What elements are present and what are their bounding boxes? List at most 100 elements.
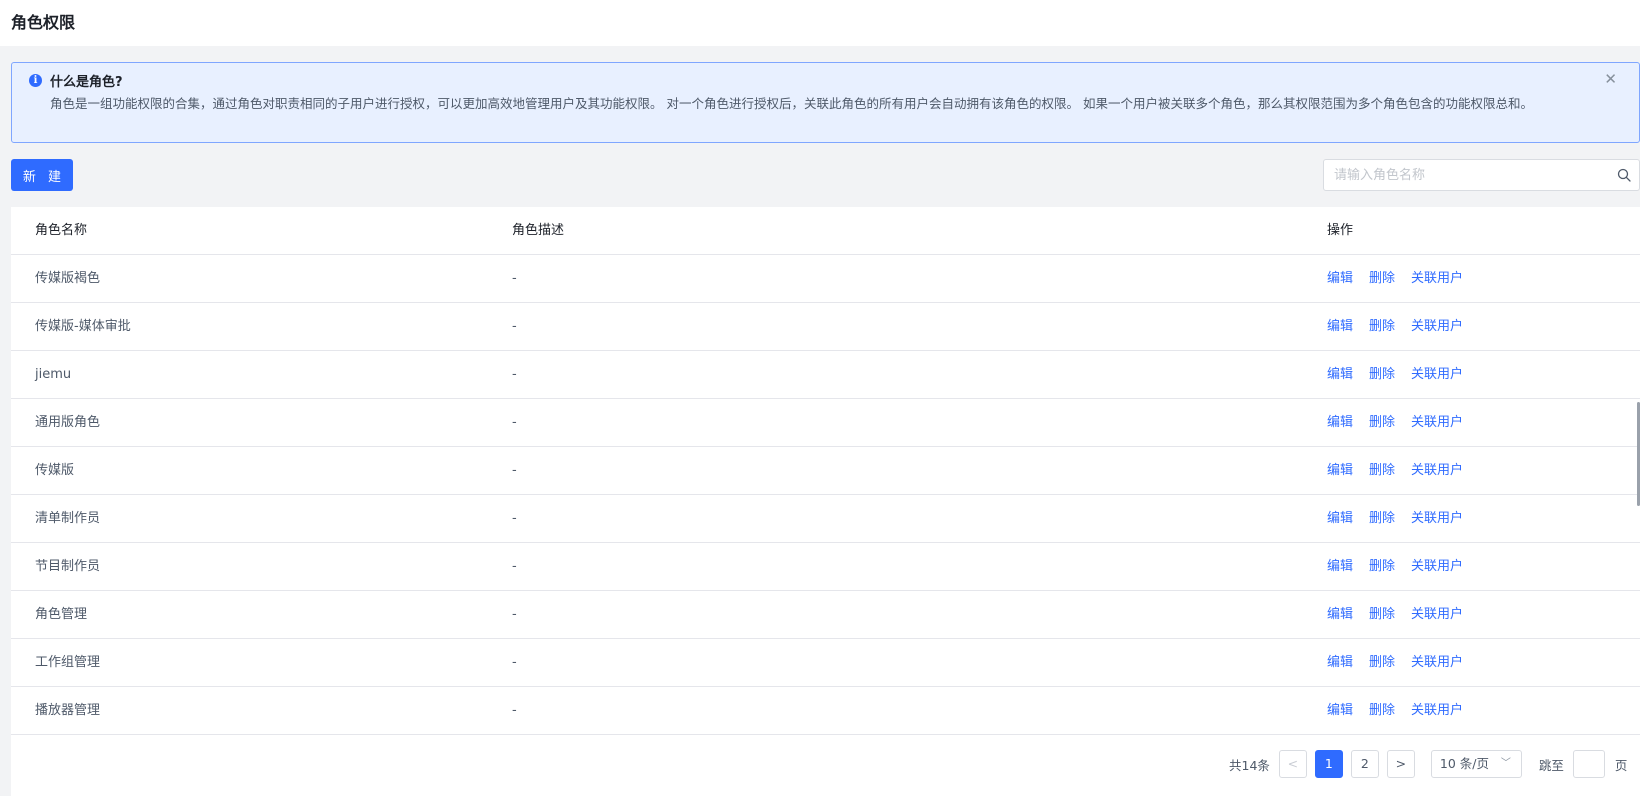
pagination-total: 共14条 bbox=[1229, 757, 1270, 773]
search-input[interactable] bbox=[1334, 160, 1604, 190]
page-1-button[interactable]: 1 bbox=[1314, 750, 1343, 778]
info-alert: i 什么是角色? 角色是一组功能权限的合集，通过角色对职责相同的子用户进行授权，… bbox=[11, 62, 1640, 143]
delete-link[interactable]: 删除 bbox=[1369, 447, 1395, 494]
info-icon: i bbox=[29, 74, 42, 87]
next-page-button[interactable]: > bbox=[1386, 750, 1415, 778]
row-actions: 编辑 删除 关联用户 bbox=[1327, 447, 1463, 494]
role-description: - bbox=[512, 703, 517, 718]
header-role-name: 角色名称 bbox=[35, 223, 88, 238]
roles-table: 角色名称 角色描述 操作 传媒版褐色 - 编辑 删除 关联用户 传媒版-媒体审批 - 编辑 删除… bbox=[11, 207, 1640, 796]
page-2-button[interactable]: 2 bbox=[1350, 750, 1379, 778]
link-users-link[interactable]: 关联用户 bbox=[1411, 687, 1463, 734]
edit-link[interactable]: 编辑 bbox=[1327, 255, 1353, 302]
row-actions: 编辑 删除 关联用户 bbox=[1327, 543, 1463, 590]
role-name: 播放器管理 bbox=[35, 703, 101, 718]
row-actions: 编辑 删除 关联用户 bbox=[1327, 591, 1463, 638]
prev-page-button[interactable]: < bbox=[1278, 750, 1307, 778]
role-description: - bbox=[512, 415, 517, 430]
edit-link[interactable]: 编辑 bbox=[1327, 639, 1353, 686]
edit-link[interactable]: 编辑 bbox=[1327, 447, 1353, 494]
role-description: - bbox=[512, 319, 517, 334]
delete-link[interactable]: 删除 bbox=[1369, 255, 1395, 302]
role-name: 角色管理 bbox=[35, 607, 88, 622]
chevron-right-icon: > bbox=[1395, 756, 1407, 771]
chevron-left-icon: < bbox=[1287, 756, 1299, 771]
link-users-link[interactable]: 关联用户 bbox=[1411, 591, 1463, 638]
new-role-button[interactable]: 新 建 bbox=[11, 159, 73, 191]
search-box[interactable] bbox=[1323, 159, 1640, 191]
role-name: 传媒版 bbox=[35, 463, 75, 478]
edit-link[interactable]: 编辑 bbox=[1327, 399, 1353, 446]
link-users-link[interactable]: 关联用户 bbox=[1411, 399, 1463, 446]
link-users-link[interactable]: 关联用户 bbox=[1411, 447, 1463, 494]
delete-link[interactable]: 删除 bbox=[1369, 495, 1395, 542]
link-users-link[interactable]: 关联用户 bbox=[1411, 351, 1463, 398]
edit-link[interactable]: 编辑 bbox=[1327, 591, 1353, 638]
edit-link[interactable]: 编辑 bbox=[1327, 495, 1353, 542]
table-row: 角色管理 - 编辑 删除 关联用户 bbox=[11, 591, 1640, 639]
jump-label: 跳至 bbox=[1538, 757, 1564, 773]
table-row: 节目制作员 - 编辑 删除 关联用户 bbox=[11, 543, 1640, 591]
edit-link[interactable]: 编辑 bbox=[1327, 351, 1353, 398]
role-name: 清单制作员 bbox=[35, 511, 101, 526]
role-description: - bbox=[512, 511, 517, 526]
delete-link[interactable]: 删除 bbox=[1369, 351, 1395, 398]
row-actions: 编辑 删除 关联用户 bbox=[1327, 399, 1463, 446]
row-actions: 编辑 删除 关联用户 bbox=[1327, 639, 1463, 686]
role-name: 通用版角色 bbox=[35, 415, 101, 430]
pagination: 共14条 < 1 2 > 10 条/页 ﹀ 跳至 页 bbox=[1229, 750, 1627, 778]
page-size-value: 10 条/页 bbox=[1439, 756, 1489, 771]
link-users-link[interactable]: 关联用户 bbox=[1411, 303, 1463, 350]
page-size-select[interactable]: 10 条/页 ﹀ bbox=[1430, 750, 1522, 778]
role-description: - bbox=[512, 655, 517, 670]
role-name: 传媒版褐色 bbox=[35, 271, 101, 286]
delete-link[interactable]: 删除 bbox=[1369, 591, 1395, 638]
row-actions: 编辑 删除 关联用户 bbox=[1327, 255, 1463, 302]
alert-title: 什么是角色? bbox=[50, 75, 123, 90]
row-actions: 编辑 删除 关联用户 bbox=[1327, 303, 1463, 350]
page-title: 角色权限 bbox=[11, 13, 76, 32]
page-header: 角色权限 bbox=[0, 0, 1640, 46]
edit-link[interactable]: 编辑 bbox=[1327, 303, 1353, 350]
delete-link[interactable]: 删除 bbox=[1369, 639, 1395, 686]
table-row: 通用版角色 - 编辑 删除 关联用户 bbox=[11, 399, 1640, 447]
edit-link[interactable]: 编辑 bbox=[1327, 543, 1353, 590]
table-row: 传媒版 - 编辑 删除 关联用户 bbox=[11, 447, 1640, 495]
row-actions: 编辑 删除 关联用户 bbox=[1327, 687, 1463, 734]
role-description: - bbox=[512, 463, 517, 478]
role-description: - bbox=[512, 607, 517, 622]
table-row: 播放器管理 - 编辑 删除 关联用户 bbox=[11, 687, 1640, 735]
delete-link[interactable]: 删除 bbox=[1369, 303, 1395, 350]
table-row: jiemu - 编辑 删除 关联用户 bbox=[11, 351, 1640, 399]
link-users-link[interactable]: 关联用户 bbox=[1411, 639, 1463, 686]
search-icon[interactable] bbox=[1617, 168, 1631, 182]
link-users-link[interactable]: 关联用户 bbox=[1411, 543, 1463, 590]
role-description: - bbox=[512, 271, 517, 286]
link-users-link[interactable]: 关联用户 bbox=[1411, 495, 1463, 542]
role-description: - bbox=[512, 367, 517, 382]
role-name: 节目制作员 bbox=[35, 559, 101, 574]
role-name: jiemu bbox=[35, 367, 72, 382]
chevron-down-icon: ﹀ bbox=[1500, 758, 1511, 769]
table-header-row: 角色名称 角色描述 操作 bbox=[11, 207, 1640, 255]
edit-link[interactable]: 编辑 bbox=[1327, 687, 1353, 734]
delete-link[interactable]: 删除 bbox=[1369, 399, 1395, 446]
role-name: 传媒版-媒体审批 bbox=[35, 319, 131, 334]
close-icon[interactable]: ✕ bbox=[1604, 70, 1617, 88]
delete-link[interactable]: 删除 bbox=[1369, 543, 1395, 590]
row-actions: 编辑 删除 关联用户 bbox=[1327, 351, 1463, 398]
jump-unit: 页 bbox=[1614, 757, 1628, 773]
alert-text: 角色是一组功能权限的合集，通过角色对职责相同的子用户进行授权，可以更加高效地管理… bbox=[50, 96, 1533, 111]
header-role-description: 角色描述 bbox=[512, 223, 565, 238]
role-name: 工作组管理 bbox=[35, 655, 101, 670]
row-actions: 编辑 删除 关联用户 bbox=[1327, 495, 1463, 542]
table-row: 清单制作员 - 编辑 删除 关联用户 bbox=[11, 495, 1640, 543]
header-actions: 操作 bbox=[1327, 223, 1354, 238]
table-row: 传媒版褐色 - 编辑 删除 关联用户 bbox=[11, 255, 1640, 303]
table-row: 传媒版-媒体审批 - 编辑 删除 关联用户 bbox=[11, 303, 1640, 351]
role-description: - bbox=[512, 559, 517, 574]
link-users-link[interactable]: 关联用户 bbox=[1411, 255, 1463, 302]
jump-page-input[interactable] bbox=[1572, 750, 1605, 778]
delete-link[interactable]: 删除 bbox=[1369, 687, 1395, 734]
table-row: 工作组管理 - 编辑 删除 关联用户 bbox=[11, 639, 1640, 687]
